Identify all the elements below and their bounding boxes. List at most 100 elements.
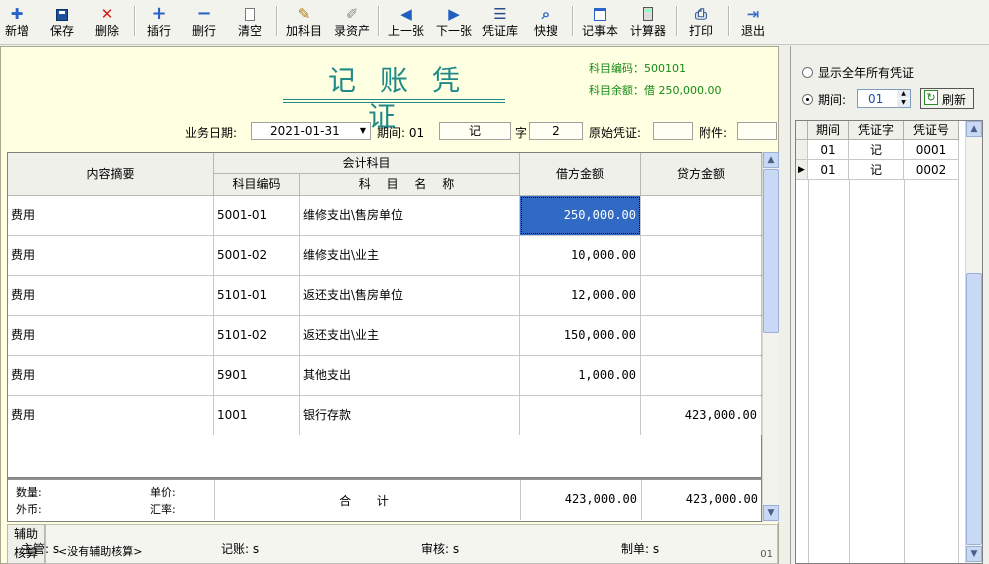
panel-splitter[interactable]: [780, 46, 790, 564]
quick-search-button[interactable]: ⌕ 快搜: [528, 2, 564, 42]
credit-cell[interactable]: [641, 276, 762, 315]
account-code-info: 科目编码：500101: [589, 62, 686, 75]
show-all-label[interactable]: 显示全年所有凭证: [818, 64, 914, 81]
row-indicator[interactable]: [796, 140, 808, 160]
account-name-cell[interactable]: 返还支出\业主: [300, 316, 520, 355]
header-account-code: 科目编码: [214, 174, 300, 196]
original-voucher-label: 原始凭证:: [589, 126, 642, 140]
list-item-period[interactable]: 01: [808, 160, 849, 180]
attachment-field[interactable]: [737, 122, 777, 140]
grid-scrollbar[interactable]: ▲ ▼: [762, 152, 779, 522]
refresh-button[interactable]: ↻ 刷新: [920, 88, 974, 109]
account-name-cell[interactable]: 银行存款: [300, 396, 520, 435]
account-code-cell[interactable]: 5001-01: [214, 196, 300, 235]
notepad-button[interactable]: 记事本: [578, 2, 622, 42]
list-item-number[interactable]: 0001: [904, 140, 959, 160]
account-code-cell[interactable]: 5101-01: [214, 276, 300, 315]
debit-cell[interactable]: 12,000.00: [520, 276, 641, 315]
account-code-cell[interactable]: 5901: [214, 356, 300, 395]
voucher-type-field[interactable]: 记: [439, 122, 511, 140]
stepper-up-icon[interactable]: ▲: [897, 90, 910, 98]
period-radio[interactable]: [802, 94, 813, 105]
header-summary: 内容摘要: [8, 153, 214, 196]
voucher-number-field[interactable]: 2: [529, 122, 583, 140]
account-code-cell[interactable]: 5101-02: [214, 316, 300, 355]
scroll-thumb[interactable]: [763, 169, 779, 333]
toolbar-separator: [276, 6, 278, 36]
clear-button[interactable]: 清空: [232, 2, 268, 42]
debit-cell[interactable]: 250,000.00: [520, 196, 641, 235]
stepper-down-icon[interactable]: ▼: [897, 99, 910, 107]
title-underline: [283, 99, 505, 100]
table-row[interactable]: 费用 5001-01 维修支出\售房单位 250,000.00: [8, 196, 762, 236]
add-account-button[interactable]: ✎ 加科目: [282, 2, 326, 42]
summary-cell[interactable]: 费用: [8, 396, 214, 435]
account-balance-info: 科目余额：借 250,000.00: [589, 84, 722, 97]
scroll-up-icon[interactable]: ▲: [966, 121, 982, 137]
total-label: 合 计: [339, 494, 395, 508]
auxiliary-content[interactable]: <没有辅助核算> 01: [45, 524, 778, 564]
table-row[interactable]: 费用 5101-02 返还支出\业主 150,000.00: [8, 316, 762, 356]
list-item-type[interactable]: 记: [849, 160, 904, 180]
table-row[interactable]: 费用 5901 其他支出 1,000.00: [8, 356, 762, 396]
account-name-cell[interactable]: 维修支出\业主: [300, 236, 520, 275]
notepad-icon: [578, 5, 622, 23]
chevron-down-icon: ▼: [359, 126, 366, 135]
summary-cell[interactable]: 费用: [8, 356, 214, 395]
foreign-currency-label: 外币:: [16, 503, 42, 516]
delete-button[interactable]: ✕ 删除: [90, 2, 124, 42]
account-name-cell[interactable]: 维修支出\售房单位: [300, 196, 520, 235]
account-name-cell[interactable]: 其他支出: [300, 356, 520, 395]
save-button[interactable]: 保存: [44, 2, 80, 42]
credit-cell[interactable]: 423,000.00: [641, 396, 762, 435]
list-item-number[interactable]: 0002: [904, 160, 959, 180]
previous-button[interactable]: ◀ 上一张: [384, 2, 428, 42]
next-button[interactable]: ▶ 下一张: [432, 2, 476, 42]
scroll-down-icon[interactable]: ▼: [763, 505, 779, 521]
scroll-thumb[interactable]: [966, 273, 982, 545]
credit-cell[interactable]: [641, 316, 762, 355]
delete-row-icon: −: [196, 3, 212, 24]
debit-cell[interactable]: 10,000.00: [520, 236, 641, 275]
supervisor-signature: 主管: s: [21, 542, 60, 556]
period-stepper[interactable]: 01 ▲ ▼: [857, 89, 911, 108]
table-row[interactable]: 费用 1001 银行存款 423,000.00: [8, 396, 762, 436]
business-date-select[interactable]: 2021-01-31 ▼: [251, 122, 371, 140]
account-code-cell[interactable]: 5001-02: [214, 236, 300, 275]
exit-button[interactable]: ⇥ 退出: [736, 2, 770, 42]
voucher-panel: 记账凭证 科目编码：500101 科目余额：借 250,000.00 业务日期:…: [0, 46, 779, 564]
summary-cell[interactable]: 费用: [8, 276, 214, 315]
show-all-radio[interactable]: [802, 67, 813, 78]
debit-total: 423,000.00: [564, 492, 637, 506]
account-code-cell[interactable]: 1001: [214, 396, 300, 435]
header-voucher-number: 凭证号: [904, 121, 959, 140]
delete-row-button[interactable]: − 删行: [186, 2, 222, 42]
period-radio-label[interactable]: 期间:: [818, 91, 846, 108]
debit-cell[interactable]: 150,000.00: [520, 316, 641, 355]
scroll-down-icon[interactable]: ▼: [966, 546, 982, 562]
voucher-list-button[interactable]: ☰ 凭证库: [478, 2, 522, 42]
debit-cell[interactable]: 1,000.00: [520, 356, 641, 395]
add-button[interactable]: ✚ 新增: [0, 2, 34, 42]
calculator-button[interactable]: 计算器: [626, 2, 670, 42]
summary-cell[interactable]: 费用: [8, 196, 214, 235]
credit-cell[interactable]: [641, 356, 762, 395]
scroll-up-icon[interactable]: ▲: [763, 152, 779, 168]
list-item-type[interactable]: 记: [849, 140, 904, 160]
original-voucher-field[interactable]: [653, 122, 693, 140]
list-item-period[interactable]: 01: [808, 140, 849, 160]
account-name-cell[interactable]: 返还支出\售房单位: [300, 276, 520, 315]
summary-cell[interactable]: 费用: [8, 236, 214, 275]
summary-cell[interactable]: 费用: [8, 316, 214, 355]
toolbar-separator: [378, 6, 380, 36]
credit-cell[interactable]: [641, 196, 762, 235]
table-row[interactable]: 费用 5001-02 维修支出\业主 10,000.00: [8, 236, 762, 276]
credit-cell[interactable]: [641, 236, 762, 275]
debit-cell[interactable]: [520, 396, 641, 435]
current-row-pointer-icon[interactable]: ▶: [796, 160, 808, 180]
insert-row-button[interactable]: + 插行: [142, 2, 176, 42]
print-button[interactable]: ⎙ 打印: [684, 2, 718, 42]
list-scrollbar[interactable]: ▲ ▼: [965, 121, 982, 563]
record-asset-button[interactable]: ✐ 录资产: [330, 2, 374, 42]
table-row[interactable]: 费用 5101-01 返还支出\售房单位 12,000.00: [8, 276, 762, 316]
